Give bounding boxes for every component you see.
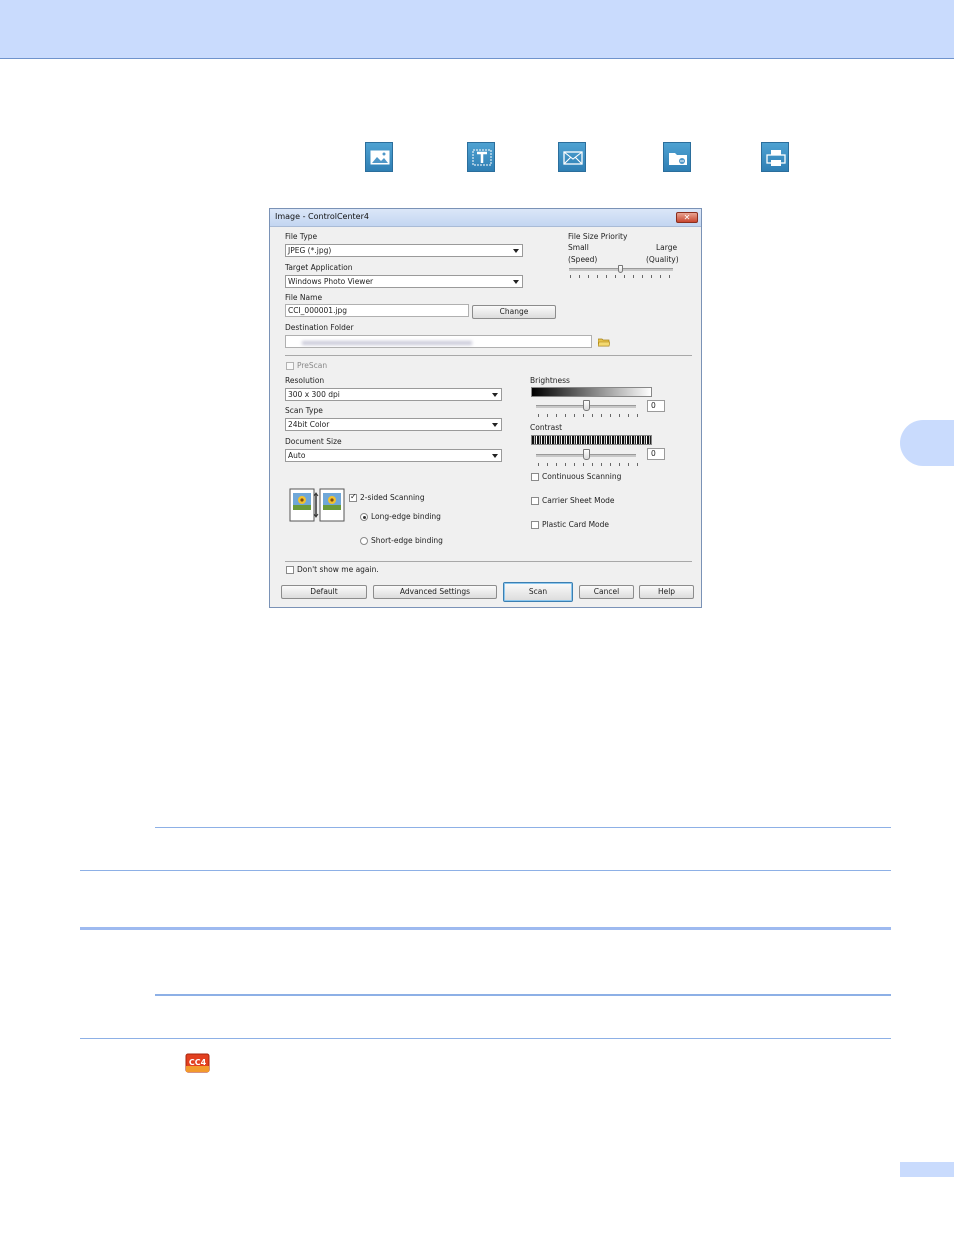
target-app-value: Windows Photo Viewer	[288, 277, 374, 286]
document-size-label: Document Size	[285, 437, 342, 446]
dialog-title: Image - ControlCenter4	[275, 212, 369, 221]
help-button[interactable]: Help	[639, 585, 694, 599]
long-edge-radio[interactable]	[360, 513, 368, 521]
cancel-button[interactable]: Cancel	[579, 585, 634, 599]
continuous-scanning-checkbox[interactable]	[531, 473, 539, 481]
file-type-value: JPEG (*.jpg)	[288, 246, 332, 255]
destination-path-blurred	[302, 341, 472, 345]
chevron-down-icon	[492, 423, 498, 427]
brightness-label: Brightness	[530, 376, 570, 385]
short-edge-radio[interactable]	[360, 537, 368, 545]
large-label: Large	[656, 243, 678, 252]
scan-settings-dialog: Image - ControlCenter4 ✕ File Type JPEG …	[269, 208, 702, 608]
file-type-label: File Type	[285, 232, 318, 241]
chevron-down-icon	[492, 454, 498, 458]
text-ocr-icon[interactable]	[467, 142, 495, 172]
document-size-select[interactable]: Auto	[285, 449, 502, 462]
resolution-select[interactable]: 300 x 300 dpi	[285, 388, 502, 401]
divider	[285, 561, 692, 562]
brightness-slider-thumb[interactable]	[583, 400, 590, 411]
prescan-checkbox[interactable]	[286, 362, 294, 370]
default-button[interactable]: Default	[281, 585, 367, 599]
close-icon: ✕	[683, 213, 691, 222]
divider-rule	[80, 1038, 891, 1039]
chapter-side-tab	[900, 420, 954, 466]
speed-label: (Speed)	[568, 255, 598, 264]
contrast-ticks	[538, 463, 638, 466]
divider-rule	[155, 994, 891, 996]
cc4-icon-text: CC4	[189, 1058, 207, 1067]
image-icon[interactable]	[365, 142, 393, 172]
chevron-down-icon	[492, 393, 498, 397]
carrier-sheet-checkbox[interactable]	[531, 497, 539, 505]
folder-icon[interactable]	[663, 142, 691, 172]
divider-rule	[155, 827, 891, 828]
contrast-slider-thumb[interactable]	[583, 449, 590, 460]
brightness-ticks	[538, 414, 638, 417]
cc4-icon: CC4	[185, 1052, 210, 1074]
file-size-ticks	[570, 275, 674, 278]
file-size-priority-label: File Size Priority	[568, 232, 628, 241]
file-name-value: CCI_000001.jpg	[288, 306, 348, 315]
header-band	[0, 0, 954, 59]
email-icon[interactable]	[558, 142, 586, 172]
file-name-input[interactable]: CCI_000001.jpg	[285, 304, 469, 317]
file-name-label: File Name	[285, 293, 323, 302]
scan-button[interactable]: Scan	[503, 582, 573, 602]
chevron-down-icon	[513, 280, 519, 284]
file-size-slider-thumb[interactable]	[618, 265, 623, 273]
target-app-select[interactable]: Windows Photo Viewer	[285, 275, 523, 288]
dont-show-label: Don't show me again.	[297, 565, 379, 574]
document-size-value: Auto	[288, 451, 306, 460]
short-edge-label: Short-edge binding	[371, 536, 443, 545]
continuous-scanning-label: Continuous Scanning	[542, 472, 622, 481]
brightness-value-field[interactable]: 0	[647, 400, 665, 412]
divider-rule	[80, 870, 891, 871]
scan-type-label: Scan Type	[285, 406, 323, 415]
two-sided-checkbox[interactable]	[349, 492, 357, 502]
dialog-titlebar: Image - ControlCenter4 ✕	[270, 209, 701, 227]
scan-type-value: 24bit Color	[288, 420, 330, 429]
destination-input[interactable]	[285, 335, 592, 348]
scan-type-select[interactable]: 24bit Color	[285, 418, 502, 431]
page-tab	[900, 1162, 954, 1177]
two-sided-label: 2-sided Scanning	[360, 493, 425, 502]
quality-label: (Quality)	[646, 255, 679, 264]
contrast-value-field[interactable]: 0	[647, 448, 665, 460]
plastic-card-label: Plastic Card Mode	[542, 520, 610, 529]
close-button[interactable]: ✕	[676, 212, 698, 223]
contrast-pattern	[531, 435, 652, 445]
chevron-down-icon	[513, 249, 519, 253]
contrast-label: Contrast	[530, 423, 563, 432]
target-app-label: Target Application	[285, 263, 353, 272]
brightness-gradient	[531, 387, 652, 397]
dont-show-checkbox[interactable]	[286, 566, 294, 574]
file-type-select[interactable]: JPEG (*.jpg)	[285, 244, 523, 257]
destination-label: Destination Folder	[285, 323, 354, 332]
duplex-pages-icon	[289, 488, 345, 522]
small-label: Small	[568, 243, 589, 252]
plastic-card-checkbox[interactable]	[531, 521, 539, 529]
change-button[interactable]: Change	[472, 305, 556, 319]
divider	[285, 355, 692, 356]
print-icon[interactable]	[761, 142, 789, 172]
long-edge-label: Long-edge binding	[371, 512, 441, 521]
section-rule	[80, 927, 891, 930]
carrier-sheet-label: Carrier Sheet Mode	[542, 496, 615, 505]
resolution-value: 300 x 300 dpi	[288, 390, 340, 399]
prescan-label: PreScan	[297, 361, 328, 370]
advanced-settings-button[interactable]: Advanced Settings	[373, 585, 497, 599]
resolution-label: Resolution	[285, 376, 325, 385]
browse-folder-icon[interactable]	[597, 337, 611, 347]
